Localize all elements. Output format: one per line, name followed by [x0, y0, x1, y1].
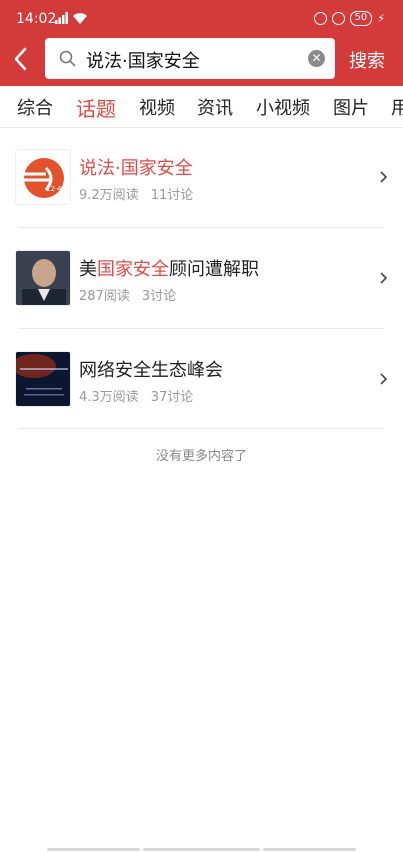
charging-icon: ⚡ — [377, 12, 385, 25]
tab-images[interactable]: 图片 — [333, 94, 369, 120]
top-bar: 14:02 50 ⚡ 说法·国家安全 ✕ 搜索 — [0, 0, 403, 86]
svg-text:12·4: 12·4 — [46, 185, 62, 193]
nav-bar-segment — [263, 848, 356, 851]
signal-icon — [55, 12, 69, 27]
alarm-icon — [331, 12, 345, 25]
back-button[interactable] — [10, 44, 34, 74]
search-icon — [59, 50, 76, 67]
result-title: 说法·国家安全 — [79, 158, 193, 179]
battery-icon: 50 — [349, 11, 373, 26]
end-of-list-message: 没有更多内容了 — [155, 449, 247, 464]
lock-rotation-icon — [313, 12, 327, 25]
result-row[interactable]: 美国家安全顾问遭解职 287阅读 3讨论 — [0, 228, 403, 328]
topic-thumbnail — [15, 351, 71, 407]
search-input[interactable]: 说法·国家安全 ✕ — [45, 38, 335, 79]
result-title: 网络安全生态峰会 — [79, 360, 223, 381]
chevron-right-icon — [380, 171, 388, 183]
tab-video[interactable]: 视频 — [139, 94, 175, 120]
result-meta: 4.3万阅读 37讨论 — [79, 390, 194, 405]
result-title: 美国家安全顾问遭解职 — [79, 259, 259, 280]
divider — [18, 428, 384, 429]
chevron-right-icon — [380, 272, 388, 284]
status-time: 14:02 — [16, 11, 57, 27]
search-button[interactable]: 搜索 — [349, 47, 385, 73]
result-row[interactable]: 网络安全生态峰会 4.3万阅读 37讨论 — [0, 329, 403, 429]
result-row[interactable]: 12·4 说法·国家安全 9.2万阅读 11讨论 — [0, 128, 403, 228]
topic-thumbnail — [15, 250, 71, 306]
status-bar: 14:02 50 ⚡ — [0, 0, 403, 38]
tab-users[interactable]: 用 — [391, 94, 403, 120]
tab-all[interactable]: 综合 — [17, 94, 53, 120]
result-meta: 287阅读 3讨论 — [79, 289, 177, 304]
result-meta: 9.2万阅读 11讨论 — [79, 188, 194, 203]
chevron-left-icon — [14, 47, 27, 71]
search-query[interactable]: 说法·国家安全 — [86, 47, 200, 73]
wifi-icon — [72, 10, 88, 24]
nav-bar-segment — [143, 848, 260, 851]
topic-thumbnail: 12·4 — [15, 149, 71, 205]
tab-short-video[interactable]: 小视频 — [256, 94, 310, 120]
category-tabs: 综合 话题 视频 资讯 小视频 图片 用 — [0, 86, 403, 128]
tab-topics[interactable]: 话题 — [76, 93, 116, 122]
tab-news[interactable]: 资讯 — [197, 94, 233, 120]
clear-icon[interactable]: ✕ — [308, 50, 325, 67]
chevron-right-icon — [380, 373, 388, 385]
nav-bar-segment — [47, 848, 140, 851]
